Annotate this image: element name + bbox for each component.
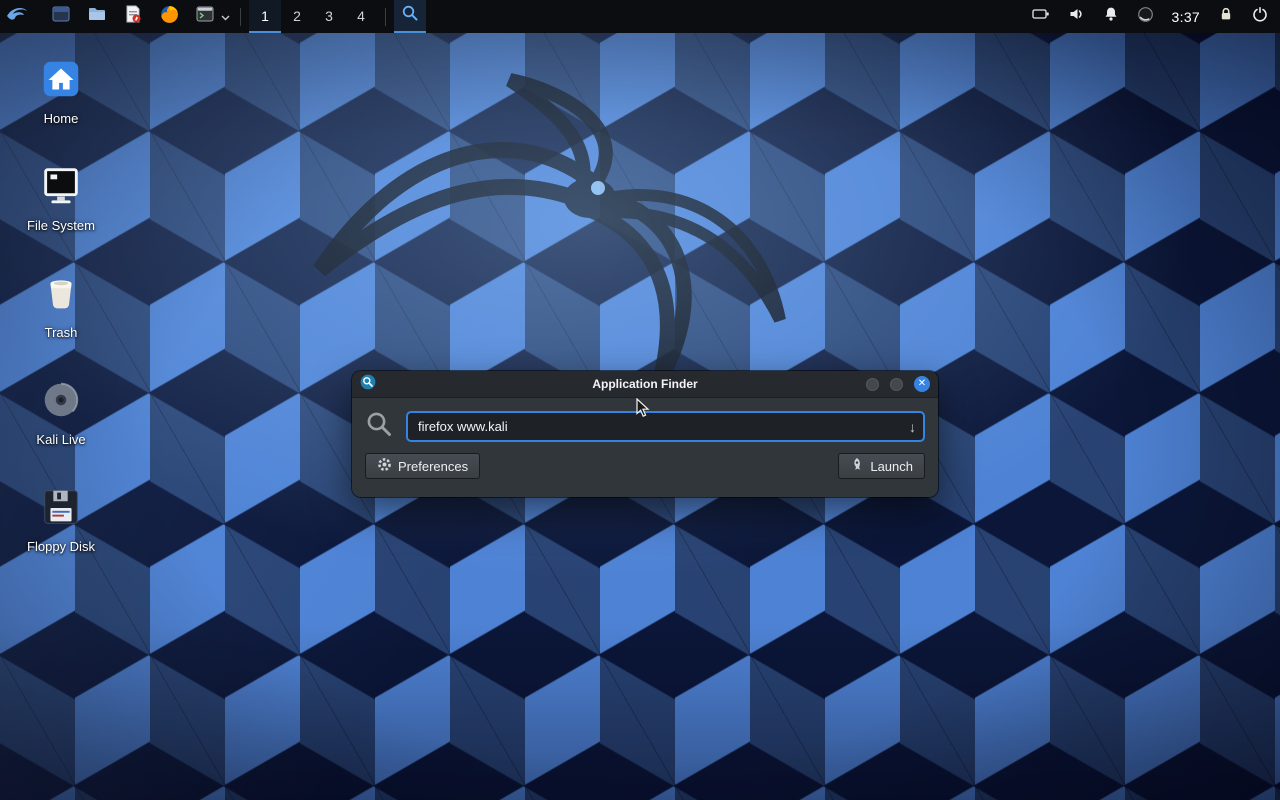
- search-row: ↓: [365, 410, 925, 443]
- globe-icon: [1137, 6, 1154, 28]
- launcher-terminal[interactable]: [192, 0, 218, 33]
- desktop-icon-label: Trash: [45, 325, 78, 340]
- search-input-wrap: ↓: [406, 411, 925, 442]
- window-title: Application Finder: [352, 377, 938, 391]
- search-input[interactable]: [406, 411, 925, 442]
- gear-icon: [377, 457, 392, 475]
- window-icon: [51, 4, 71, 29]
- screen-lock[interactable]: [1218, 0, 1234, 33]
- desktop: 1 2 3 4: [0, 0, 1280, 800]
- session-power[interactable]: [1252, 0, 1268, 33]
- home-icon: [37, 55, 85, 103]
- button-row: Preferences Launch: [365, 453, 925, 479]
- desktop-icon-label: Floppy Disk: [27, 539, 95, 554]
- desktop-icon-label: Home: [44, 111, 79, 126]
- battery-indicator[interactable]: [1032, 0, 1050, 33]
- search-icon: [401, 4, 419, 27]
- desktop-icon-label: Kali Live: [36, 432, 85, 447]
- desktop-icon-kali-live[interactable]: Kali Live: [6, 376, 116, 464]
- kali-logo-icon: [5, 2, 29, 31]
- taskbar-application-finder[interactable]: [394, 0, 426, 33]
- desktop-icon-file-system[interactable]: File System: [6, 162, 116, 250]
- desktop-icon-list: Home File System: [0, 55, 122, 590]
- filesystem-icon: [37, 162, 85, 210]
- workspace-button-4[interactable]: 4: [345, 0, 377, 33]
- launch-button-label: Launch: [870, 459, 913, 474]
- clock[interactable]: 3:37: [1172, 0, 1200, 33]
- cd-disc-icon: [37, 376, 85, 424]
- window-titlebar[interactable]: Application Finder ✕: [352, 371, 938, 398]
- chevron-down-icon: [221, 8, 230, 26]
- workspace-button-1[interactable]: 1: [249, 0, 281, 33]
- terminal-icon: [195, 4, 215, 29]
- minimize-button[interactable]: [866, 378, 879, 391]
- desktop-icon-floppy-disk[interactable]: Floppy Disk: [6, 483, 116, 571]
- floppy-icon: [37, 483, 85, 531]
- panel-separator: [240, 8, 241, 26]
- workspace-button-3[interactable]: 3: [313, 0, 345, 33]
- top-panel: 1 2 3 4: [0, 0, 1280, 33]
- application-finder-app-icon: [360, 374, 376, 395]
- applications-menu-button[interactable]: [2, 0, 32, 33]
- panel-tray: 3:37: [1032, 0, 1280, 33]
- speaker-icon: [1068, 6, 1085, 27]
- window-controls: ✕: [866, 376, 930, 392]
- volume-control[interactable]: [1068, 0, 1085, 33]
- battery-icon: [1032, 6, 1050, 27]
- panel-separator: [385, 8, 386, 26]
- launcher-text-editor[interactable]: [118, 0, 148, 33]
- preferences-button-label: Preferences: [398, 459, 468, 474]
- application-finder-window: Application Finder ✕ ↓: [352, 371, 938, 497]
- desktop-icon-home[interactable]: Home: [6, 55, 116, 143]
- network-status[interactable]: [1137, 0, 1154, 33]
- dropdown-arrow-icon[interactable]: ↓: [909, 420, 916, 434]
- terminal-menu-arrow[interactable]: [218, 0, 232, 33]
- desktop-icon-trash[interactable]: Trash: [6, 269, 116, 357]
- workspace-button-2[interactable]: 2: [281, 0, 313, 33]
- launcher-window-manager[interactable]: [46, 0, 76, 33]
- launch-button[interactable]: Launch: [838, 453, 925, 479]
- folder-icon: [87, 4, 107, 29]
- lock-icon: [1218, 6, 1234, 27]
- launch-icon: [850, 457, 864, 475]
- bell-icon: [1103, 6, 1119, 27]
- panel-left-section: 1 2 3 4: [0, 0, 426, 33]
- launcher-firefox[interactable]: [154, 0, 184, 33]
- preferences-button[interactable]: Preferences: [365, 453, 480, 479]
- firefox-icon: [159, 4, 180, 30]
- launcher-file-manager[interactable]: [82, 0, 112, 33]
- desktop-icon-label: File System: [27, 218, 95, 233]
- close-button[interactable]: ✕: [914, 376, 930, 392]
- maximize-button[interactable]: [890, 378, 903, 391]
- search-icon: [365, 410, 393, 443]
- power-icon: [1252, 6, 1268, 27]
- window-body: ↓ Preferences: [352, 398, 938, 497]
- trash-icon: [37, 269, 85, 317]
- notifications[interactable]: [1103, 0, 1119, 33]
- document-edit-icon: [123, 4, 143, 29]
